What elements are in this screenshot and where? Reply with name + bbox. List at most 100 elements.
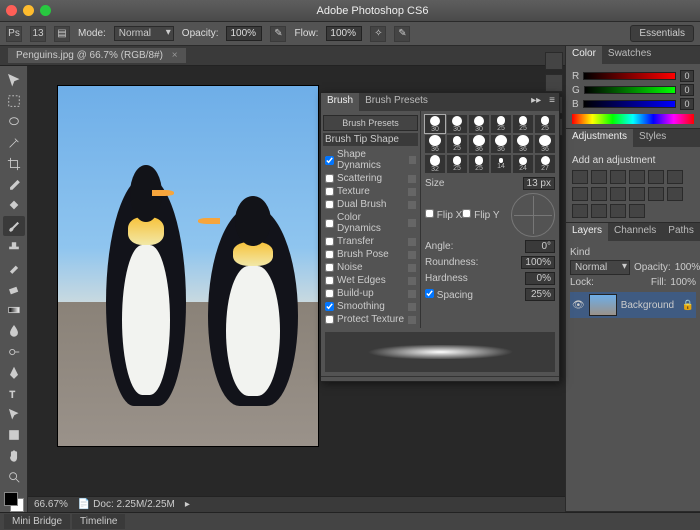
tab-brush[interactable]: Brush <box>321 93 359 111</box>
angle-value[interactable]: 0° <box>525 240 555 253</box>
tab-swatches[interactable]: Swatches <box>602 46 657 64</box>
document-canvas[interactable] <box>58 86 318 446</box>
brush-tip[interactable]: 27 <box>535 155 555 173</box>
photo-filter-icon[interactable] <box>610 187 626 201</box>
exposure-icon[interactable] <box>629 170 645 184</box>
close-window-icon[interactable] <box>6 5 17 16</box>
tab-mini-bridge[interactable]: Mini Bridge <box>4 514 70 529</box>
marquee-tool[interactable] <box>3 91 25 111</box>
pen-tool[interactable] <box>3 363 25 383</box>
lock-icon[interactable] <box>408 188 416 196</box>
shape-tool[interactable] <box>3 425 25 445</box>
brush-option-wet edges[interactable]: Wet Edges <box>323 274 418 287</box>
path-select-tool[interactable] <box>3 405 25 425</box>
brush-option-color dynamics[interactable]: Color Dynamics <box>323 211 418 235</box>
tablet-pressure-icon[interactable]: ✎ <box>394 26 410 42</box>
airbrush-icon[interactable]: ✧ <box>370 26 386 42</box>
type-tool[interactable]: T <box>3 384 25 404</box>
lock-icon[interactable] <box>408 264 416 272</box>
color-slider-R[interactable] <box>583 72 676 80</box>
document-tab[interactable]: Penguins.jpg @ 66.7% (RGB/8#) × <box>8 48 186 63</box>
vibrance-icon[interactable] <box>648 170 664 184</box>
invert-icon[interactable] <box>667 187 683 201</box>
size-value[interactable]: 13 px <box>523 177 555 190</box>
zoom-level[interactable]: 66.67% <box>34 499 68 510</box>
brush-tip[interactable]: 24 <box>513 155 533 173</box>
channel-value[interactable]: 0 <box>680 98 694 110</box>
brush-tip[interactable]: 25 <box>469 155 489 173</box>
stamp-tool[interactable] <box>3 237 25 257</box>
tab-channels[interactable]: Channels <box>608 223 662 241</box>
color-balance-icon[interactable] <box>572 187 588 201</box>
brush-option-protect texture[interactable]: Protect Texture <box>323 313 418 326</box>
ps-logo-icon[interactable]: Ps <box>6 26 22 42</box>
brush-option-noise[interactable]: Noise <box>323 261 418 274</box>
brush-tip[interactable]: 25 <box>447 135 467 153</box>
channel-mixer-icon[interactable] <box>629 187 645 201</box>
hue-sat-icon[interactable] <box>667 170 683 184</box>
tab-paths[interactable]: Paths <box>662 223 700 241</box>
healing-tool[interactable] <box>3 195 25 215</box>
panel-menu-icon[interactable]: ≡ <box>545 93 559 111</box>
eyedropper-tool[interactable] <box>3 175 25 195</box>
lock-icon[interactable] <box>408 303 416 311</box>
brush-tip[interactable]: 30 <box>469 115 489 133</box>
blur-tool[interactable] <box>3 321 25 341</box>
tab-layers[interactable]: Layers <box>566 223 608 241</box>
wand-tool[interactable] <box>3 133 25 153</box>
history-brush-tool[interactable] <box>3 258 25 278</box>
brush-option-dual brush[interactable]: Dual Brush <box>323 198 418 211</box>
channel-value[interactable]: 0 <box>680 84 694 96</box>
brush-tip[interactable]: 36 <box>513 135 533 153</box>
lock-icon[interactable] <box>408 175 416 183</box>
workspace-switcher[interactable]: Essentials <box>630 25 694 42</box>
brush-panel-toggle-icon[interactable]: ▤ <box>54 26 70 42</box>
lookup-icon[interactable] <box>648 187 664 201</box>
brush-tip[interactable]: 14 <box>491 155 511 173</box>
layer-opacity-value[interactable]: 100% <box>675 262 700 273</box>
gradient-map-icon[interactable] <box>610 204 626 218</box>
lock-icon[interactable] <box>409 156 416 164</box>
levels-icon[interactable] <box>591 170 607 184</box>
brush-option-scattering[interactable]: Scattering <box>323 172 418 185</box>
zoom-tool[interactable] <box>3 467 25 487</box>
lock-icon[interactable] <box>408 251 416 259</box>
brush-tool[interactable] <box>3 216 25 236</box>
lock-icon[interactable] <box>408 238 416 246</box>
brush-tip[interactable]: 30 <box>425 115 445 133</box>
minimize-window-icon[interactable] <box>23 5 34 16</box>
brush-tip[interactable]: 25 <box>535 115 555 133</box>
tab-brush-presets[interactable]: Brush Presets <box>359 93 434 111</box>
tab-styles[interactable]: Styles <box>633 129 672 147</box>
doc-info[interactable]: 📄 Doc: 2.25M/2.25M <box>78 499 175 510</box>
layer-thumbnail[interactable] <box>589 294 617 316</box>
brightness-icon[interactable] <box>572 170 588 184</box>
brush-tip[interactable]: 36 <box>491 135 511 153</box>
brush-tip[interactable]: 32 <box>425 155 445 173</box>
eraser-tool[interactable] <box>3 279 25 299</box>
brush-option-brush pose[interactable]: Brush Pose <box>323 248 418 261</box>
blend-mode-dropdown[interactable]: Normal <box>114 26 174 41</box>
layer-blend-dropdown[interactable]: Normal <box>570 260 630 275</box>
properties-panel-icon[interactable] <box>545 74 563 92</box>
lock-icon[interactable] <box>408 290 416 298</box>
flipx-checkbox[interactable]: Flip X <box>425 209 462 221</box>
tab-color[interactable]: Color <box>566 46 602 64</box>
tab-adjustments[interactable]: Adjustments <box>566 129 633 147</box>
visibility-icon[interactable]: 👁 <box>572 300 585 311</box>
spacing-value[interactable]: 25% <box>525 288 555 301</box>
bw-icon[interactable] <box>591 187 607 201</box>
lasso-tool[interactable] <box>3 112 25 132</box>
posterize-icon[interactable] <box>572 204 588 218</box>
brush-tip[interactable]: 25 <box>447 155 467 173</box>
brush-presets-button[interactable]: Brush Presets <box>323 115 418 131</box>
lock-icon[interactable] <box>408 219 416 227</box>
brush-option-texture[interactable]: Texture <box>323 185 418 198</box>
close-tab-icon[interactable]: × <box>172 50 178 61</box>
lock-icon[interactable] <box>408 316 416 324</box>
brush-tip[interactable]: 30 <box>447 115 467 133</box>
lock-icon[interactable] <box>408 277 416 285</box>
opacity-input[interactable] <box>226 26 262 41</box>
brush-tip[interactable]: 25 <box>513 115 533 133</box>
dodge-tool[interactable] <box>3 342 25 362</box>
